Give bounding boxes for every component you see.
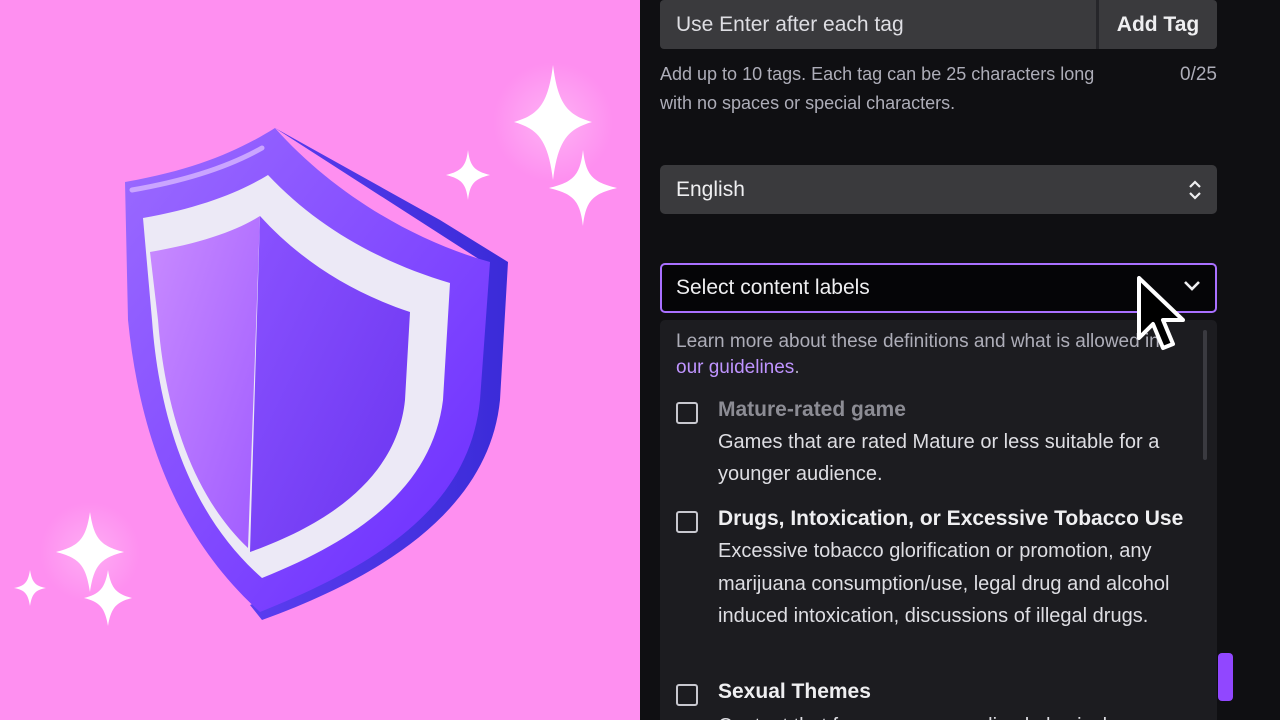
tag-input[interactable]: [660, 0, 1096, 49]
tag-counter: 0/25: [1180, 64, 1217, 85]
content-labels-placeholder: Select content labels: [676, 276, 870, 299]
option-description: Games that are rated Mature or less suit…: [718, 431, 1160, 485]
illustration-panel: [0, 0, 640, 720]
option-title: Drugs, Intoxication, or Excessive Tobacc…: [718, 507, 1184, 530]
guidelines-note-end: .: [794, 357, 800, 378]
tag-help-text: Add up to 10 tags. Each tag can be 25 ch…: [660, 64, 1095, 113]
guidelines-note-text: Learn more about these definitions and w…: [676, 331, 1160, 352]
shield-illustration: [14, 62, 617, 626]
option-description: Excessive tobacco glorification or promo…: [718, 540, 1170, 627]
guidelines-note: Learn more about these definitions and w…: [676, 329, 1186, 381]
guidelines-link[interactable]: our guidelines: [676, 357, 794, 378]
updown-chevron-icon: [1189, 179, 1201, 201]
mouse-pointer-icon: [1135, 276, 1191, 363]
option-title: Mature-rated game: [718, 398, 906, 421]
option-description: Content that focuses on sexualized physi…: [718, 710, 1208, 720]
tag-entry-row: Add Tag: [660, 0, 1217, 49]
content-labels-dropdown: Learn more about these definitions and w…: [660, 320, 1217, 720]
language-select[interactable]: English: [660, 165, 1217, 214]
add-tag-button[interactable]: Add Tag: [1096, 0, 1217, 49]
drugs-checkbox[interactable]: [676, 511, 698, 533]
sexual-themes-checkbox[interactable]: [676, 684, 698, 706]
content-labels-select[interactable]: Select content labels: [660, 263, 1217, 313]
purple-side-button[interactable]: [1218, 653, 1233, 701]
form-panel: Add Tag Add up to 10 tags. Each tag can …: [640, 0, 1280, 720]
language-value: English: [676, 177, 745, 201]
mature-checkbox[interactable]: [676, 402, 698, 424]
option-title: Sexual Themes: [718, 680, 871, 703]
